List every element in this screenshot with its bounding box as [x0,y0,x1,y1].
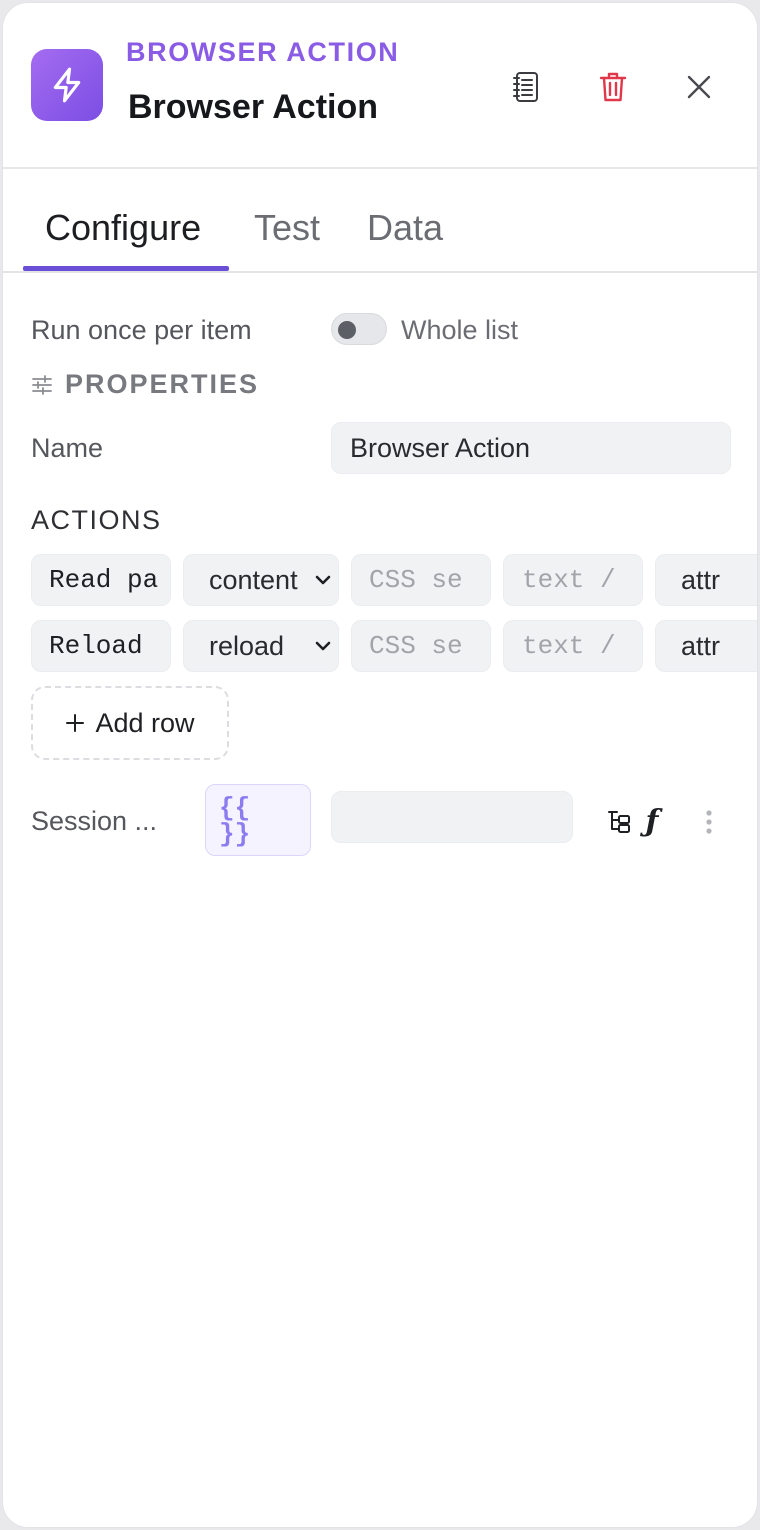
panel-header: BROWSER ACTION Browser Action [3,3,757,169]
expression-toggle[interactable]: {{ }} [205,784,311,856]
name-input[interactable] [331,422,731,474]
add-row-label: Add row [95,707,195,738]
lightning-icon [31,49,103,121]
notes-icon [513,72,538,102]
action-type-select[interactable]: reload [183,620,339,672]
actions-heading: ACTIONS [31,505,162,535]
action-name-field[interactable]: Reload [31,620,171,672]
more-options-button[interactable] [697,805,721,839]
expression-close-braces: }} [219,819,251,849]
whole-list-label: Whole list [401,315,519,345]
action-type-value: content [209,564,298,595]
css-selector-field[interactable]: CSS se [351,620,491,672]
tab-test[interactable]: Test [254,207,320,249]
plus-icon [66,714,85,732]
chevron-down-icon [315,641,331,651]
close-button[interactable] [677,65,721,109]
attr-field[interactable]: attr [655,554,757,606]
active-tab-indicator [23,266,229,271]
data-tree-button[interactable] [604,807,634,837]
chevron-down-icon [315,575,331,585]
trash-icon [599,72,627,102]
node-config-panel: BROWSER ACTION Browser Action Configure … [2,2,758,1528]
sliders-icon [32,374,52,395]
properties-heading: PROPERTIES [65,369,260,399]
node-title: Browser Action [128,88,379,126]
delete-button[interactable] [591,65,635,109]
name-label: Name [31,433,104,463]
properties-section-header: PROPERTIES [31,369,259,400]
action-type-value: reload [209,630,285,661]
node-type-label: BROWSER ACTION [126,37,400,67]
action-type-select[interactable]: content [183,554,339,606]
tab-data[interactable]: Data [367,207,443,249]
attr-field[interactable]: attr [655,620,757,672]
css-selector-field[interactable]: CSS se [351,554,491,606]
tab-configure[interactable]: Configure [45,207,201,249]
value-field[interactable]: text / [503,620,643,672]
notes-button[interactable] [504,65,548,109]
tab-bar: Configure Test Data [3,171,757,273]
more-vertical-icon [706,810,712,834]
value-field[interactable]: text / [503,554,643,606]
add-row-button[interactable]: Add row [31,686,229,760]
tree-icon [608,811,630,833]
run-mode-label: Run once per item [31,315,252,345]
session-input[interactable] [331,791,573,843]
action-name-field[interactable]: Read pa [31,554,171,606]
session-label: Session ... [31,806,158,836]
close-icon [687,75,711,99]
function-button[interactable]: ƒ [637,803,667,839]
expression-open-braces: {{ [219,793,251,823]
run-mode-toggle[interactable] [331,313,387,345]
toggle-knob [338,321,356,339]
